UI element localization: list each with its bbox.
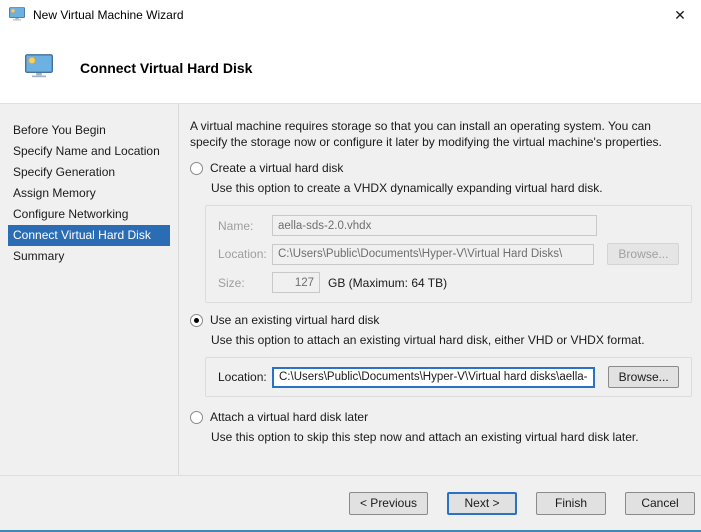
attach-later-radio[interactable]	[190, 411, 203, 424]
existing-disk-radio[interactable]	[190, 314, 203, 327]
cancel-button[interactable]: Cancel	[625, 492, 695, 515]
existing-disk-fields-group: Location: Browse...	[205, 357, 692, 397]
browse-button[interactable]: Browse...	[608, 366, 679, 388]
attach-later-radio-label: Attach a virtual hard disk later	[210, 410, 368, 424]
name-field	[272, 215, 597, 236]
size-label: Size:	[218, 276, 272, 290]
wizard-footer: < Previous Next > Finish Cancel	[0, 475, 701, 530]
create-disk-description: Use this option to create a VHDX dynamic…	[211, 181, 693, 196]
existing-location-field[interactable]	[272, 367, 595, 388]
location-field-row: Location: Browse...	[218, 243, 679, 265]
vm-monitor-icon-large	[25, 54, 53, 81]
sidebar-item-specify-name-and-location[interactable]: Specify Name and Location	[8, 141, 170, 162]
finish-button[interactable]: Finish	[536, 492, 606, 515]
existing-disk-radio-label: Use an existing virtual hard disk	[210, 313, 379, 327]
create-disk-radio-label: Create a virtual hard disk	[210, 161, 343, 175]
size-maximum-text: GB (Maximum: 64 TB)	[328, 276, 447, 290]
intro-text: A virtual machine requires storage so th…	[190, 118, 690, 150]
vm-monitor-icon	[9, 7, 25, 24]
page-content: A virtual machine requires storage so th…	[179, 104, 701, 475]
create-disk-radio[interactable]	[190, 162, 203, 175]
title-bar: New Virtual Machine Wizard ✕	[0, 0, 701, 30]
sidebar-item-summary[interactable]: Summary	[8, 246, 170, 267]
existing-disk-description: Use this option to attach an existing vi…	[211, 333, 693, 348]
next-button[interactable]: Next >	[447, 492, 517, 515]
sidebar-item-before-you-begin[interactable]: Before You Begin	[8, 120, 170, 141]
location-field	[272, 244, 594, 265]
existing-disk-radio-row[interactable]: Use an existing virtual hard disk	[190, 313, 693, 327]
size-field-row: Size: GB (Maximum: 64 TB)	[218, 272, 679, 293]
size-field	[272, 272, 320, 293]
new-vm-wizard-window: New Virtual Machine Wizard ✕ Connect Vir…	[0, 0, 701, 532]
attach-later-radio-row[interactable]: Attach a virtual hard disk later	[190, 410, 693, 424]
existing-location-label: Location:	[218, 370, 272, 384]
page-title: Connect Virtual Hard Disk	[80, 60, 252, 76]
wizard-body: Before You Begin Specify Name and Locati…	[0, 103, 701, 475]
sidebar-item-configure-networking[interactable]: Configure Networking	[8, 204, 170, 225]
previous-button[interactable]: < Previous	[349, 492, 428, 515]
name-label: Name:	[218, 219, 272, 233]
name-field-row: Name:	[218, 215, 679, 236]
wizard-header: Connect Virtual Hard Disk	[0, 30, 701, 103]
sidebar-item-assign-memory[interactable]: Assign Memory	[8, 183, 170, 204]
wizard-steps-sidebar: Before You Begin Specify Name and Locati…	[0, 104, 179, 475]
create-disk-fields-group: Name: Location: Browse... Size: GB (Maxi…	[205, 205, 692, 303]
sidebar-item-connect-virtual-hard-disk[interactable]: Connect Virtual Hard Disk	[8, 225, 170, 246]
location-label: Location:	[218, 247, 272, 261]
attach-later-description: Use this option to skip this step now an…	[211, 430, 693, 445]
window-title: New Virtual Machine Wizard	[33, 8, 184, 22]
sidebar-item-specify-generation[interactable]: Specify Generation	[8, 162, 170, 183]
existing-location-field-row: Location: Browse...	[218, 366, 679, 388]
create-disk-radio-row[interactable]: Create a virtual hard disk	[190, 161, 693, 175]
close-icon[interactable]: ✕	[669, 4, 691, 26]
browse-button-disabled: Browse...	[607, 243, 679, 265]
